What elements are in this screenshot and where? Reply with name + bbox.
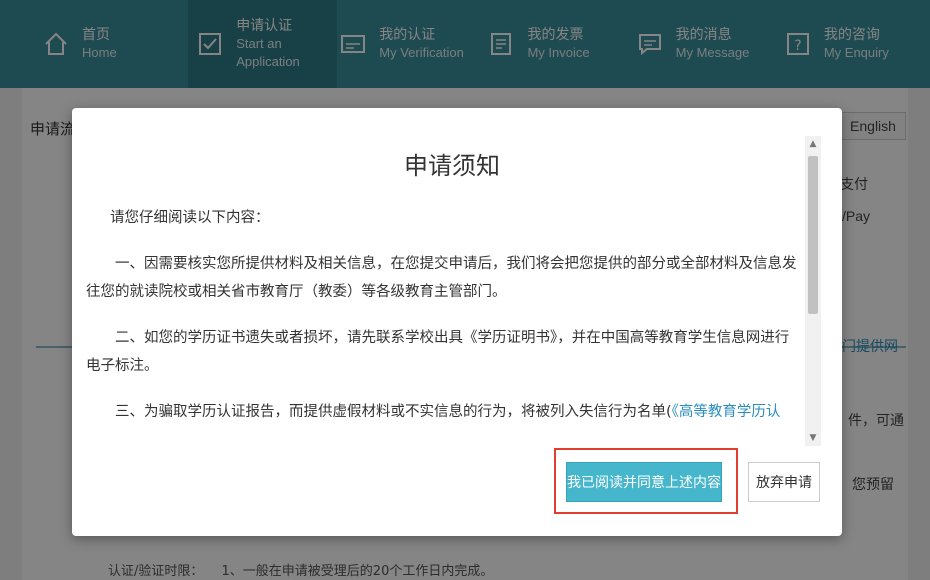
notice-paragraph-3-text: 三、为骗取学历认证报告，而提供虚假材料或不实信息的行为，将被列入失信行为名单( — [115, 404, 672, 420]
modal-body[interactable]: 请您仔细阅读以下内容： 一、因需要核实您所提供材料及相关信息，在您提交申请后，我… — [86, 204, 802, 444]
modal-intro: 请您仔细阅读以下内容： — [110, 210, 270, 226]
notice-paragraph-1: 一、因需要核实您所提供材料及相关信息，在您提交申请后，我们将会把您提供的部分或全… — [86, 256, 797, 300]
notice-paragraph-2: 二、如您的学历证书遗失或者损坏，请先联系学校出具《学历证明书》，并在中国高等教育… — [86, 330, 790, 374]
abandon-button[interactable]: 放弃申请 — [748, 462, 820, 502]
scroll-down-arrow-icon[interactable]: ▼ — [805, 430, 821, 446]
education-record-link[interactable]: 《高等教育学历认 — [672, 404, 781, 420]
modal-scrollbar[interactable]: ▲ ▼ — [805, 136, 821, 446]
notice-paragraph-3: 三、为骗取学历认证报告，而提供虚假材料或不实信息的行为，将被列入失信行为名单(《… — [86, 398, 802, 426]
application-notice-modal: 申请须知 请您仔细阅读以下内容： 一、因需要核实您所提供材料及相关信息，在您提交… — [72, 108, 842, 536]
scroll-thumb[interactable] — [808, 156, 818, 314]
scroll-up-arrow-icon[interactable]: ▲ — [805, 136, 821, 152]
modal-title: 申请须知 — [404, 152, 500, 180]
agree-button[interactable]: 我已阅读并同意上述内容 — [566, 462, 722, 502]
